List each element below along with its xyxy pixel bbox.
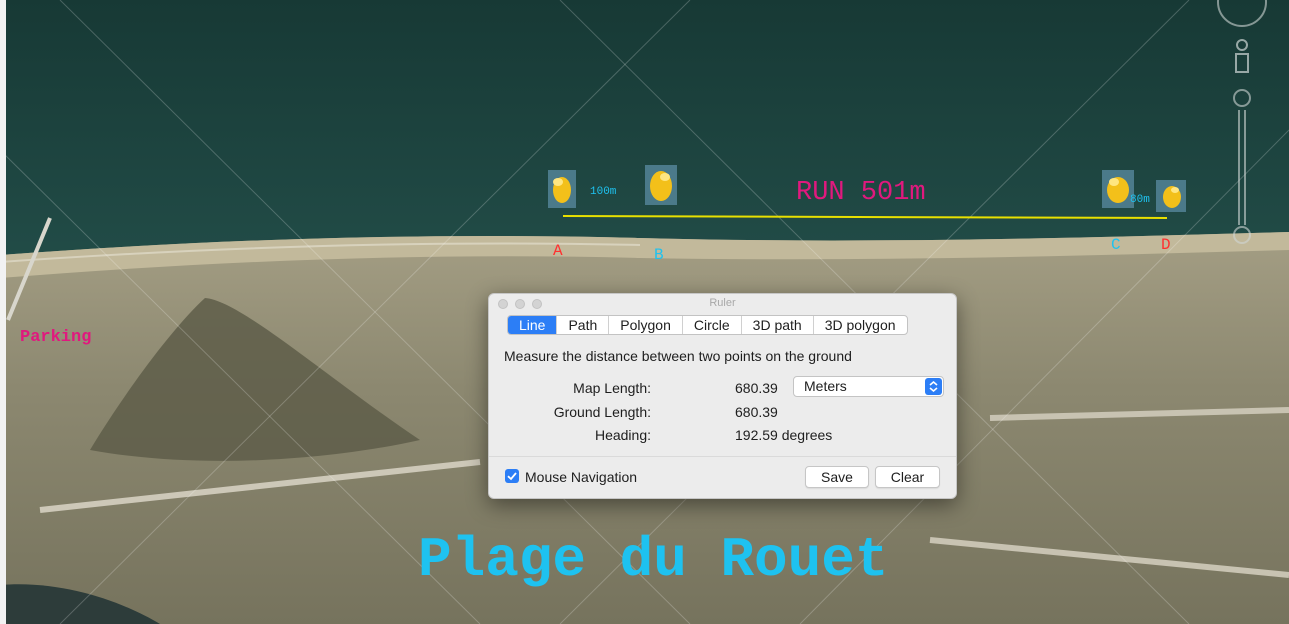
tab-polygon[interactable]: Polygon [608, 316, 682, 334]
map-length-value: 680.39 [735, 380, 778, 396]
clear-button[interactable]: Clear [875, 466, 940, 488]
zoom-slider[interactable] [1233, 89, 1251, 244]
tab-line[interactable]: Line [508, 316, 557, 334]
place-name-label: Plage du Rouet [418, 528, 889, 592]
map-navigation-controls[interactable] [1212, 0, 1289, 270]
tab-3d-path[interactable]: 3D path [740, 316, 813, 334]
window-edge [0, 0, 6, 624]
ground-length-label: Ground Length: [553, 404, 651, 420]
distance-cd-label: 80m [1130, 194, 1150, 206]
run-title: RUN 501m [796, 178, 926, 208]
parking-label: Parking [20, 328, 92, 347]
dialog-title: Ruler [709, 297, 736, 309]
mouse-navigation-checkbox[interactable] [505, 469, 519, 483]
mouse-navigation-label[interactable]: Mouse Navigation [525, 469, 637, 485]
point-b-label: B [654, 246, 664, 264]
heading-value: 192.59 degrees [735, 427, 833, 443]
tab-circle[interactable]: Circle [681, 316, 741, 334]
buoy-d-icon [1156, 180, 1186, 212]
point-a-label: A [553, 242, 563, 260]
buoy-a-icon [548, 170, 576, 208]
compass-icon[interactable] [1217, 0, 1267, 27]
distance-ab-label: 100m [590, 186, 617, 198]
ruler-mode-tabs: Line Path Polygon Circle 3D path 3D poly… [507, 315, 908, 335]
dialog-titlebar[interactable]: Ruler [489, 294, 956, 313]
save-button[interactable]: Save [805, 466, 869, 488]
pegman-icon[interactable] [1235, 39, 1249, 73]
buoy-b-icon [645, 165, 677, 205]
heading-label: Heading: [594, 427, 651, 443]
tab-path[interactable]: Path [556, 316, 608, 334]
map-length-label: Map Length: [573, 380, 651, 396]
chevron-updown-icon [925, 378, 942, 395]
point-d-label: D [1161, 236, 1171, 254]
measure-description: Measure the distance between two points … [504, 348, 852, 364]
checkmark-icon [507, 472, 517, 481]
unit-select[interactable]: Meters [793, 376, 944, 397]
unit-select-value: Meters [804, 378, 847, 394]
ground-length-value: 680.39 [735, 404, 778, 420]
point-c-label: C [1111, 236, 1121, 254]
ruler-dialog: Ruler Line Path Polygon Circle 3D path 3… [488, 293, 957, 499]
tab-3d-polygon[interactable]: 3D polygon [812, 316, 907, 334]
